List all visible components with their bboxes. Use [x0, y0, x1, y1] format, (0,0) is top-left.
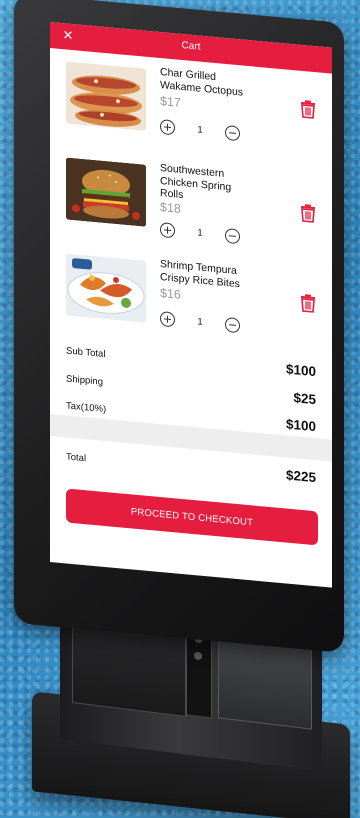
trash-icon[interactable]	[298, 203, 318, 225]
seafood-platter-photo	[66, 253, 146, 323]
cart-screen: ✕ Cart Char Grilled Wakame Octopus $17 1…	[50, 22, 332, 588]
decrease-quantity-button[interactable]	[225, 124, 240, 141]
item-price: $17	[160, 94, 181, 110]
hot-dogs-photo	[66, 61, 146, 131]
shipping-label: Shipping	[66, 373, 103, 388]
total-label: Total	[66, 451, 87, 465]
quantity-value: 1	[197, 315, 203, 328]
quantity-stepper: 1	[160, 220, 240, 245]
indicator-light-icon	[194, 651, 202, 661]
total-value: $225	[285, 467, 316, 486]
increase-quantity-button[interactable]	[160, 118, 175, 135]
quantity-stepper: 1	[160, 309, 240, 334]
decrease-quantity-button[interactable]	[225, 227, 240, 244]
kiosk-device: ✕ Cart Char Grilled Wakame Octopus $17 1…	[0, 0, 360, 818]
trash-icon[interactable]	[298, 293, 318, 315]
shipping-value: $25	[293, 390, 316, 408]
item-price: $18	[160, 200, 181, 216]
cart-item: Shrimp Tempura Crispy Rice Bites $16 1	[50, 244, 332, 360]
tax-value: $100	[285, 416, 316, 435]
increase-quantity-button[interactable]	[160, 221, 175, 238]
subtotal-value: $100	[285, 361, 316, 380]
decrease-quantity-button[interactable]	[225, 316, 240, 333]
increase-quantity-button[interactable]	[160, 310, 175, 327]
burger-photo	[66, 157, 146, 227]
cart-item: Southwestern Chicken Spring Rolls $18 1	[50, 148, 332, 264]
subtotal-label: Sub Total	[66, 345, 106, 361]
tax-label: Tax(10%)	[66, 400, 107, 416]
quantity-value: 1	[197, 123, 203, 136]
proceed-to-checkout-button[interactable]: PROCEED TO CHECKOUT	[66, 488, 318, 546]
item-price: $16	[160, 286, 181, 302]
trash-icon[interactable]	[298, 99, 318, 121]
quantity-stepper: 1	[160, 117, 240, 142]
quantity-value: 1	[197, 226, 203, 239]
